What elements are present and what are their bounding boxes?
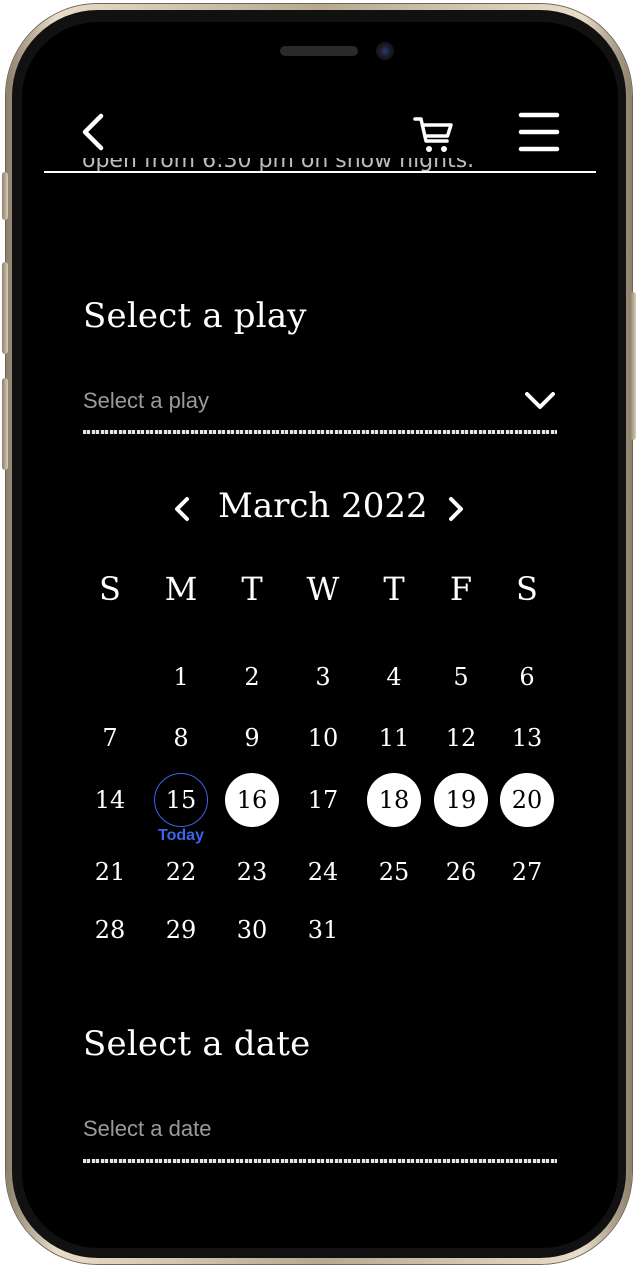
weekday-sunday: S <box>99 570 121 608</box>
calendar-day-7[interactable]: 7 <box>83 711 137 765</box>
select-play-dropdown[interactable]: Select a play <box>83 382 557 426</box>
select-date-placeholder: Select a date <box>83 1116 212 1141</box>
chevron-down-icon <box>525 392 555 409</box>
calendar-day-22[interactable]: 22 <box>154 845 208 899</box>
calendar-day-4[interactable]: 4 <box>367 650 421 704</box>
select-play-heading: Select a play <box>83 296 307 336</box>
select-play-placeholder: Select a play <box>83 388 209 413</box>
calendar-day-13[interactable]: 13 <box>500 711 554 765</box>
power-button <box>630 292 636 440</box>
weekday-header-row: S M T W T F S <box>22 570 618 618</box>
calendar-header: March 2022 <box>22 484 618 536</box>
select-play-underline <box>83 430 557 434</box>
calendar-day-27[interactable]: 27 <box>500 845 554 899</box>
weekday-saturday: S <box>516 570 538 608</box>
earpiece-speaker <box>280 46 358 56</box>
back-button[interactable] <box>74 108 114 156</box>
select-date-underline <box>83 1159 557 1163</box>
weekday-tuesday: T <box>241 570 263 608</box>
scrolled-info-text-content: open from 6:30 pm on show nights. <box>82 158 475 172</box>
calendar-day-17[interactable]: 17 <box>296 773 350 827</box>
select-date-heading: Select a date <box>83 1024 311 1064</box>
previous-month-button[interactable] <box>166 492 200 526</box>
today-label: Today <box>158 827 204 844</box>
calendar-day-19[interactable]: 19 <box>434 773 488 827</box>
calendar-day-1[interactable]: 1 <box>154 650 208 704</box>
weekday-wednesday: W <box>306 570 340 608</box>
calendar-day-15[interactable]: 15 <box>154 773 208 827</box>
calendar-day-grid: 1 2 3 4 5 6 7 8 9 10 11 12 13 14 15 Today 16 17 18 19 20 21 22… <box>22 22 618 1248</box>
calendar-day-23[interactable]: 23 <box>225 845 279 899</box>
calendar-day-11[interactable]: 11 <box>367 711 421 765</box>
calendar-day-9[interactable]: 9 <box>225 711 279 765</box>
calendar-day-31[interactable]: 31 <box>296 903 350 957</box>
hamburger-menu-icon <box>518 112 560 152</box>
calendar-day-30[interactable]: 30 <box>225 903 279 957</box>
chevron-left-icon <box>175 497 189 521</box>
weekday-thursday: T <box>383 570 405 608</box>
app-screen: open from 6:30 pm on show nights. Select… <box>22 22 618 1248</box>
weekday-friday: F <box>449 570 473 608</box>
calendar-day-2[interactable]: 2 <box>225 650 279 704</box>
calendar-day-25[interactable]: 25 <box>367 845 421 899</box>
calendar-month-label: March 2022 <box>218 486 428 526</box>
weekday-monday: M <box>164 570 198 608</box>
silent-switch <box>2 172 8 220</box>
calendar-day-5[interactable]: 5 <box>434 650 488 704</box>
chevron-left-icon <box>82 113 104 151</box>
next-month-button[interactable] <box>438 492 472 526</box>
calendar-day-20[interactable]: 20 <box>500 773 554 827</box>
select-date-field[interactable]: Select a date <box>83 1110 557 1154</box>
chevron-right-icon <box>449 497 463 521</box>
calendar-day-14[interactable]: 14 <box>83 773 137 827</box>
scrolled-info-text: open from 6:30 pm on show nights. <box>82 158 474 172</box>
calendar-day-10[interactable]: 10 <box>296 711 350 765</box>
calendar-day-3[interactable]: 3 <box>296 650 350 704</box>
cart-icon <box>413 117 453 152</box>
cart-button[interactable] <box>412 112 456 156</box>
calendar-day-6[interactable]: 6 <box>500 650 554 704</box>
calendar-day-28[interactable]: 28 <box>83 903 137 957</box>
calendar-day-8[interactable]: 8 <box>154 711 208 765</box>
front-camera <box>376 42 394 60</box>
calendar-day-12[interactable]: 12 <box>434 711 488 765</box>
menu-button[interactable] <box>518 110 560 154</box>
calendar-day-26[interactable]: 26 <box>434 845 488 899</box>
calendar-day-21[interactable]: 21 <box>83 845 137 899</box>
calendar-day-29[interactable]: 29 <box>154 903 208 957</box>
calendar-day-24[interactable]: 24 <box>296 845 350 899</box>
calendar-day-18[interactable]: 18 <box>367 773 421 827</box>
header-divider <box>44 171 596 173</box>
volume-up-button <box>2 262 8 354</box>
calendar-day-16[interactable]: 16 <box>225 773 279 827</box>
volume-down-button <box>2 378 8 470</box>
